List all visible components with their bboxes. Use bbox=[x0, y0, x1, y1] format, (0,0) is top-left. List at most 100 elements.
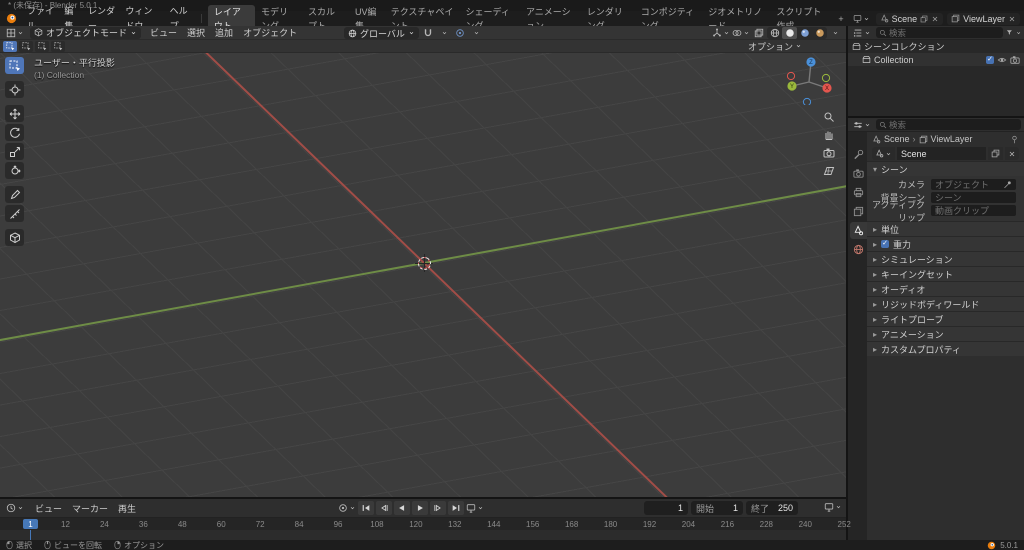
timeline-menu-item[interactable]: マーカー bbox=[67, 502, 113, 515]
screen-layout-icon[interactable] bbox=[851, 14, 872, 23]
ortho-grid-icon[interactable] bbox=[823, 165, 835, 177]
timeline-menu-item[interactable]: ビュー bbox=[30, 502, 67, 515]
chevron-down-icon[interactable] bbox=[1016, 30, 1021, 36]
playhead-badge[interactable]: 1 bbox=[23, 519, 38, 529]
navigation-gizmo[interactable]: Z Y X bbox=[784, 55, 834, 105]
timeline-editor-type-button[interactable] bbox=[4, 503, 26, 513]
viewport-menu-item[interactable]: 選択 bbox=[182, 26, 210, 39]
jump-to-start-button[interactable] bbox=[358, 501, 374, 515]
outliner-search[interactable] bbox=[876, 27, 1003, 38]
outliner-editor-type-button[interactable] bbox=[851, 28, 873, 38]
frame-end-field[interactable]: 終了 250 bbox=[746, 501, 798, 515]
viewport-menu-item[interactable]: 追加 bbox=[210, 26, 238, 39]
properties-search[interactable] bbox=[876, 119, 1021, 130]
panel-header[interactable]: キーイングセット bbox=[867, 266, 1024, 281]
breadcrumb-scene[interactable]: Scene bbox=[884, 134, 910, 144]
timeline-track[interactable] bbox=[0, 530, 846, 540]
property-input[interactable]: オブジェクト bbox=[931, 179, 1016, 190]
panel-header[interactable]: 単位 bbox=[867, 221, 1024, 236]
outliner-search-input[interactable] bbox=[889, 27, 1000, 38]
pin-icon[interactable] bbox=[1010, 135, 1019, 144]
viewport-menu-item[interactable]: オブジェクト bbox=[238, 26, 302, 39]
properties-search-input[interactable] bbox=[889, 119, 1018, 130]
select-mode-subtract-button[interactable] bbox=[35, 40, 49, 52]
filter-icon[interactable] bbox=[1006, 28, 1013, 37]
eyedropper-icon[interactable] bbox=[1003, 180, 1012, 189]
panel-header[interactable]: カスタムプロパティ bbox=[867, 341, 1024, 356]
blender-logo-icon[interactable] bbox=[6, 13, 17, 24]
property-input[interactable]: 動画クリップ bbox=[931, 205, 1016, 216]
tool-move[interactable] bbox=[5, 105, 24, 122]
current-frame-field[interactable]: 1 bbox=[644, 501, 688, 515]
copy-icon[interactable] bbox=[920, 15, 928, 23]
duplicate-scene-button[interactable] bbox=[988, 147, 1003, 160]
tab-scene[interactable] bbox=[850, 222, 867, 239]
select-mode-new-button[interactable] bbox=[3, 40, 17, 52]
previous-keyframe-button[interactable] bbox=[376, 501, 392, 515]
timeline-menu-item[interactable]: 再生 bbox=[113, 502, 141, 515]
properties-editor-type-button[interactable] bbox=[851, 120, 873, 130]
close-icon[interactable] bbox=[931, 15, 939, 23]
frame-start-field[interactable]: 開始 1 bbox=[691, 501, 743, 515]
panel-checkbox[interactable] bbox=[881, 240, 890, 248]
select-mode-intersect-button[interactable] bbox=[51, 40, 65, 52]
exclude-checkbox[interactable] bbox=[986, 55, 994, 64]
camera-view-icon[interactable] bbox=[823, 147, 835, 159]
select-mode-extend-button[interactable] bbox=[19, 40, 33, 52]
shading-material-button[interactable] bbox=[797, 27, 812, 39]
play-button[interactable] bbox=[412, 501, 428, 515]
keying-popover-button[interactable] bbox=[824, 501, 842, 513]
viewport-menu-item[interactable]: ビュー bbox=[145, 26, 182, 39]
shading-solid-button[interactable] bbox=[782, 27, 797, 39]
xray-toggle[interactable] bbox=[752, 27, 765, 39]
pan-hand-icon[interactable] bbox=[823, 129, 835, 141]
browse-scene-button[interactable] bbox=[872, 147, 895, 160]
tool-add-cube[interactable] bbox=[5, 229, 24, 246]
snap-options-button[interactable] bbox=[438, 27, 451, 39]
transform-orientation-selector[interactable]: グローバル bbox=[344, 27, 419, 39]
scene-collection-row[interactable]: シーンコレクション bbox=[848, 40, 1024, 53]
scene-panel-header[interactable]: シーン bbox=[867, 161, 1024, 176]
playback-sync-selector[interactable] bbox=[466, 502, 484, 514]
tab-render[interactable] bbox=[850, 165, 867, 182]
proportional-editing-toggle[interactable] bbox=[454, 27, 467, 39]
panel-header[interactable]: オーディオ bbox=[867, 281, 1024, 296]
scene-name-field[interactable]: Scene bbox=[897, 147, 986, 160]
tab-world[interactable] bbox=[850, 241, 867, 258]
tool-cursor[interactable] bbox=[5, 81, 24, 98]
tool-select-box[interactable] bbox=[5, 57, 24, 74]
tab-output[interactable] bbox=[850, 184, 867, 201]
snap-toggle[interactable] bbox=[422, 27, 435, 39]
unlink-scene-button[interactable] bbox=[1005, 147, 1019, 160]
panel-header[interactable]: シミュレーション bbox=[867, 251, 1024, 266]
panel-header[interactable]: リジッドボディワールド bbox=[867, 296, 1024, 311]
viewport-canvas[interactable]: ユーザー・平行投影 (1) Collection Z Y X bbox=[0, 53, 846, 497]
next-keyframe-button[interactable] bbox=[430, 501, 446, 515]
viewport-options-dropdown[interactable]: オプション bbox=[748, 40, 802, 53]
timeline-ruler[interactable]: 12 24 36 48 60 72 84 96 108 120 132 144 156 168 180 192… bbox=[0, 518, 851, 530]
tool-rotate[interactable] bbox=[5, 124, 24, 141]
tool-measure[interactable] bbox=[5, 205, 24, 222]
mode-selector[interactable]: オブジェクトモード bbox=[30, 26, 142, 39]
show-gizmo-toggle[interactable] bbox=[712, 27, 730, 39]
render-camera-icon[interactable] bbox=[1010, 55, 1020, 65]
scene-selector[interactable]: Scene bbox=[875, 12, 944, 25]
viewlayer-selector[interactable]: ViewLayer bbox=[947, 12, 1020, 25]
shading-wireframe-button[interactable] bbox=[767, 27, 782, 39]
breadcrumb-viewlayer[interactable]: ViewLayer bbox=[931, 134, 973, 144]
tab-viewlayer[interactable] bbox=[850, 203, 867, 220]
property-input[interactable]: シーン bbox=[931, 192, 1016, 203]
collection-row[interactable]: Collection bbox=[848, 53, 1024, 66]
play-reverse-button[interactable] bbox=[394, 501, 410, 515]
tool-annotate[interactable] bbox=[5, 186, 24, 203]
show-overlays-toggle[interactable] bbox=[732, 27, 750, 39]
playhead-line[interactable] bbox=[30, 530, 31, 540]
shading-options-button[interactable] bbox=[829, 27, 842, 39]
shading-rendered-button[interactable] bbox=[812, 27, 827, 39]
editor-type-button[interactable] bbox=[4, 28, 26, 38]
panel-header[interactable]: アニメーション bbox=[867, 326, 1024, 341]
auto-keying-toggle[interactable] bbox=[338, 502, 356, 514]
tool-transform[interactable] bbox=[5, 162, 24, 179]
jump-to-end-button[interactable] bbox=[448, 501, 464, 515]
eye-icon[interactable] bbox=[997, 55, 1007, 65]
